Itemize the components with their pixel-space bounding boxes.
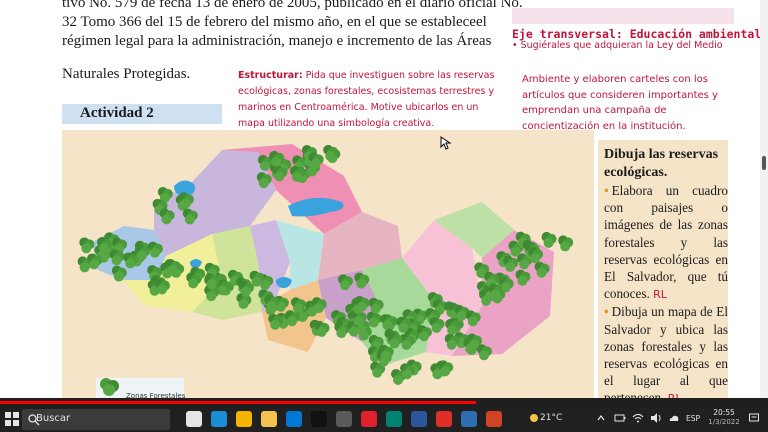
tray-language[interactable]: ESP — [686, 414, 700, 423]
tree-icon — [541, 231, 557, 248]
instruction-text: Dibuja un mapa de El Salvador y ubica la… — [604, 304, 728, 405]
onedrive-icon[interactable] — [668, 412, 680, 424]
battery-icon[interactable] — [614, 413, 626, 423]
activity-title: Actividad 2 — [80, 105, 154, 121]
weather-icon[interactable] — [528, 412, 540, 424]
eje-title: Eje transversal: Educación ambiental — [512, 27, 762, 41]
chrome-icon[interactable] — [236, 411, 252, 427]
tree-icon — [79, 237, 95, 254]
paragraph-line: régimen legal para la administración, ma… — [62, 33, 492, 49]
mouse-cursor-icon — [440, 136, 452, 150]
instructions-title: Dibuja las reservas ecológicas. — [604, 147, 719, 180]
tray-date[interactable]: 1/3/2022 — [706, 418, 742, 426]
paragraph-end: Naturales Protegidas. — [62, 66, 191, 82]
eje-bullet: • Sugiérales que adquieran la Ley del Me… — [512, 40, 723, 51]
estructurar-note: Estructurar: Pida que investiguen sobre … — [238, 68, 500, 132]
tray-chevron-up-icon[interactable] — [596, 413, 606, 423]
tiktok-icon[interactable] — [311, 411, 327, 427]
instruction-text: Elabora un cuadro con paisajes o imágene… — [604, 183, 728, 302]
bullet-icon: • — [604, 304, 609, 320]
sway-icon[interactable] — [386, 411, 402, 427]
estructurar-label: Estructurar: — [238, 70, 303, 81]
volume-icon[interactable] — [650, 412, 662, 424]
opera-icon[interactable] — [361, 411, 377, 427]
paragraph-line: 32 Tomo 366 del 15 de febrero del mismo … — [62, 14, 487, 30]
el-salvador-map — [77, 144, 574, 385]
scrollbar-thumb[interactable] — [762, 156, 766, 170]
eje-band — [512, 8, 734, 24]
instruction-item: • Dibuja un mapa de El Salvador y ubica l… — [604, 303, 728, 407]
wifi-icon[interactable] — [632, 412, 644, 424]
legend-tree-icon — [100, 378, 119, 396]
edge-icon[interactable] — [211, 411, 227, 427]
capture-icon[interactable] — [461, 411, 477, 427]
powerpoint-icon[interactable] — [486, 411, 502, 427]
notifications-icon[interactable] — [748, 412, 760, 424]
search-placeholder: Buscar — [36, 413, 71, 424]
windows-start-icon[interactable] — [3, 410, 21, 428]
rl-tag: RL — [653, 288, 667, 302]
file-explorer-icon[interactable] — [261, 411, 277, 427]
video-progress-fill[interactable] — [0, 401, 477, 404]
eje-body: Ambiente y elaboren carteles con los art… — [522, 74, 718, 132]
acrobat-icon[interactable] — [436, 411, 452, 427]
lake-ilopango-icon — [276, 277, 292, 288]
tray-time[interactable]: 20:55 — [708, 408, 740, 417]
task-view-icon[interactable] — [186, 411, 202, 427]
instructions-list: • Elabora un cuadro con paisajes o imágen… — [604, 182, 728, 408]
scrollbar-track[interactable] — [760, 0, 768, 398]
paragraph-line: tivo No. 579 de fecha 13 de enero de 200… — [62, 0, 523, 11]
intro-paragraph: tivo No. 579 de fecha 13 de enero de 200… — [62, 0, 523, 51]
instruction-item: • Elabora un cuadro con paisajes o imágen… — [604, 182, 728, 303]
tray-temperature[interactable]: 21°C — [540, 413, 562, 423]
bullet-icon: • — [604, 183, 609, 198]
tree-icon — [558, 235, 574, 252]
app-g-icon[interactable] — [336, 411, 352, 427]
word-icon[interactable] — [411, 411, 427, 427]
store-icon[interactable] — [286, 411, 302, 427]
